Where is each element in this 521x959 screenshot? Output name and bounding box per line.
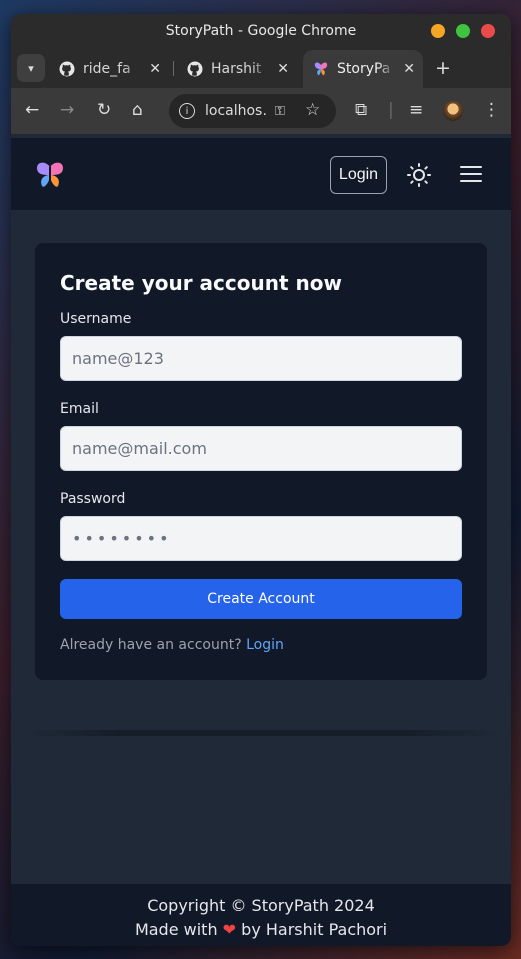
email-input[interactable] bbox=[60, 426, 462, 471]
url-text: localhos… bbox=[205, 103, 267, 119]
tab-harshit[interactable]: Harshit ✕ bbox=[177, 50, 297, 88]
maximize-button[interactable] bbox=[456, 24, 470, 38]
toolbar-divider: | bbox=[388, 100, 394, 120]
password-key-icon[interactable]: ⚿ bbox=[275, 104, 285, 119]
close-tab-icon[interactable]: ✕ bbox=[149, 61, 161, 77]
close-window-button[interactable] bbox=[481, 24, 495, 38]
heart-icon: ❤ bbox=[222, 920, 237, 939]
tab-separator bbox=[173, 61, 174, 76]
signup-card: Create your account now Username Email P… bbox=[35, 243, 487, 680]
made-with-text: Made with bbox=[134, 920, 218, 939]
new-tab-button[interactable]: + bbox=[435, 57, 451, 79]
browser-toolbar: ← → ↻ ⌂ i localhos… ⚿ ☆ ⧉ | ≡ ⋮ bbox=[11, 88, 511, 134]
username-label: Username bbox=[60, 311, 132, 327]
tab-label: Harshit bbox=[211, 61, 262, 77]
username-input[interactable] bbox=[60, 336, 462, 381]
window-title: StoryPath - Google Chrome bbox=[165, 23, 357, 39]
author-text: by Harshit Pachori bbox=[241, 920, 388, 939]
forward-arrow-icon[interactable]: → bbox=[60, 101, 74, 119]
email-label: Email bbox=[60, 401, 99, 417]
browser-window: StoryPath - Google Chrome ▾ ride_fa ✕ Ha… bbox=[11, 14, 511, 946]
password-input[interactable] bbox=[60, 516, 462, 561]
web-page: Login Create your account now Username E… bbox=[11, 138, 511, 946]
minimize-button[interactable] bbox=[431, 24, 445, 38]
tab-search-button[interactable]: ▾ bbox=[17, 54, 45, 82]
github-icon bbox=[59, 61, 75, 77]
tab-label: StoryPa bbox=[337, 61, 391, 77]
password-label: Password bbox=[60, 491, 126, 507]
tab-strip: ▾ ride_fa ✕ Harshit ✕ StoryPa ✕ + bbox=[11, 48, 511, 88]
close-tab-icon[interactable]: ✕ bbox=[277, 61, 289, 77]
extensions-icon[interactable]: ⧉ bbox=[355, 101, 367, 119]
home-icon[interactable]: ⌂ bbox=[132, 101, 143, 119]
hamburger-menu-icon[interactable] bbox=[460, 166, 482, 184]
site-info-icon[interactable]: i bbox=[179, 103, 195, 119]
back-arrow-icon[interactable]: ← bbox=[25, 101, 39, 119]
form-title: Create your account now bbox=[60, 271, 342, 295]
section-divider bbox=[23, 730, 499, 736]
made-with-line: Made with ❤ by Harshit Pachori bbox=[11, 918, 511, 942]
media-control-icon[interactable]: ≡ bbox=[409, 101, 423, 119]
butterfly-icon bbox=[313, 61, 329, 77]
login-button[interactable]: Login bbox=[330, 156, 387, 194]
tab-storypath[interactable]: StoryPa ✕ bbox=[303, 50, 423, 88]
storypath-logo[interactable] bbox=[35, 160, 65, 190]
login-link[interactable]: Login bbox=[246, 637, 284, 653]
copyright-text: Copyright © StoryPath 2024 bbox=[147, 896, 375, 915]
site-navbar: Login bbox=[11, 138, 511, 210]
reload-icon[interactable]: ↻ bbox=[97, 101, 111, 119]
create-account-button[interactable]: Create Account bbox=[60, 579, 462, 619]
login-prompt: Already have an account? Login bbox=[60, 637, 284, 653]
sun-icon[interactable] bbox=[407, 163, 431, 187]
more-menu-icon[interactable]: ⋮ bbox=[483, 101, 500, 119]
window-controls bbox=[431, 24, 495, 38]
site-footer: Copyright © StoryPath 2024 Made with ❤ b… bbox=[11, 884, 511, 946]
bookmark-star-icon[interactable]: ☆ bbox=[305, 100, 320, 120]
profile-avatar[interactable] bbox=[443, 101, 463, 121]
already-account-text: Already have an account? bbox=[60, 637, 242, 653]
tab-label: ride_fa bbox=[83, 61, 131, 77]
title-bar: StoryPath - Google Chrome bbox=[11, 14, 511, 48]
close-tab-icon[interactable]: ✕ bbox=[403, 61, 415, 77]
github-icon bbox=[187, 61, 203, 77]
tab-ride[interactable]: ride_fa ✕ bbox=[49, 50, 169, 88]
